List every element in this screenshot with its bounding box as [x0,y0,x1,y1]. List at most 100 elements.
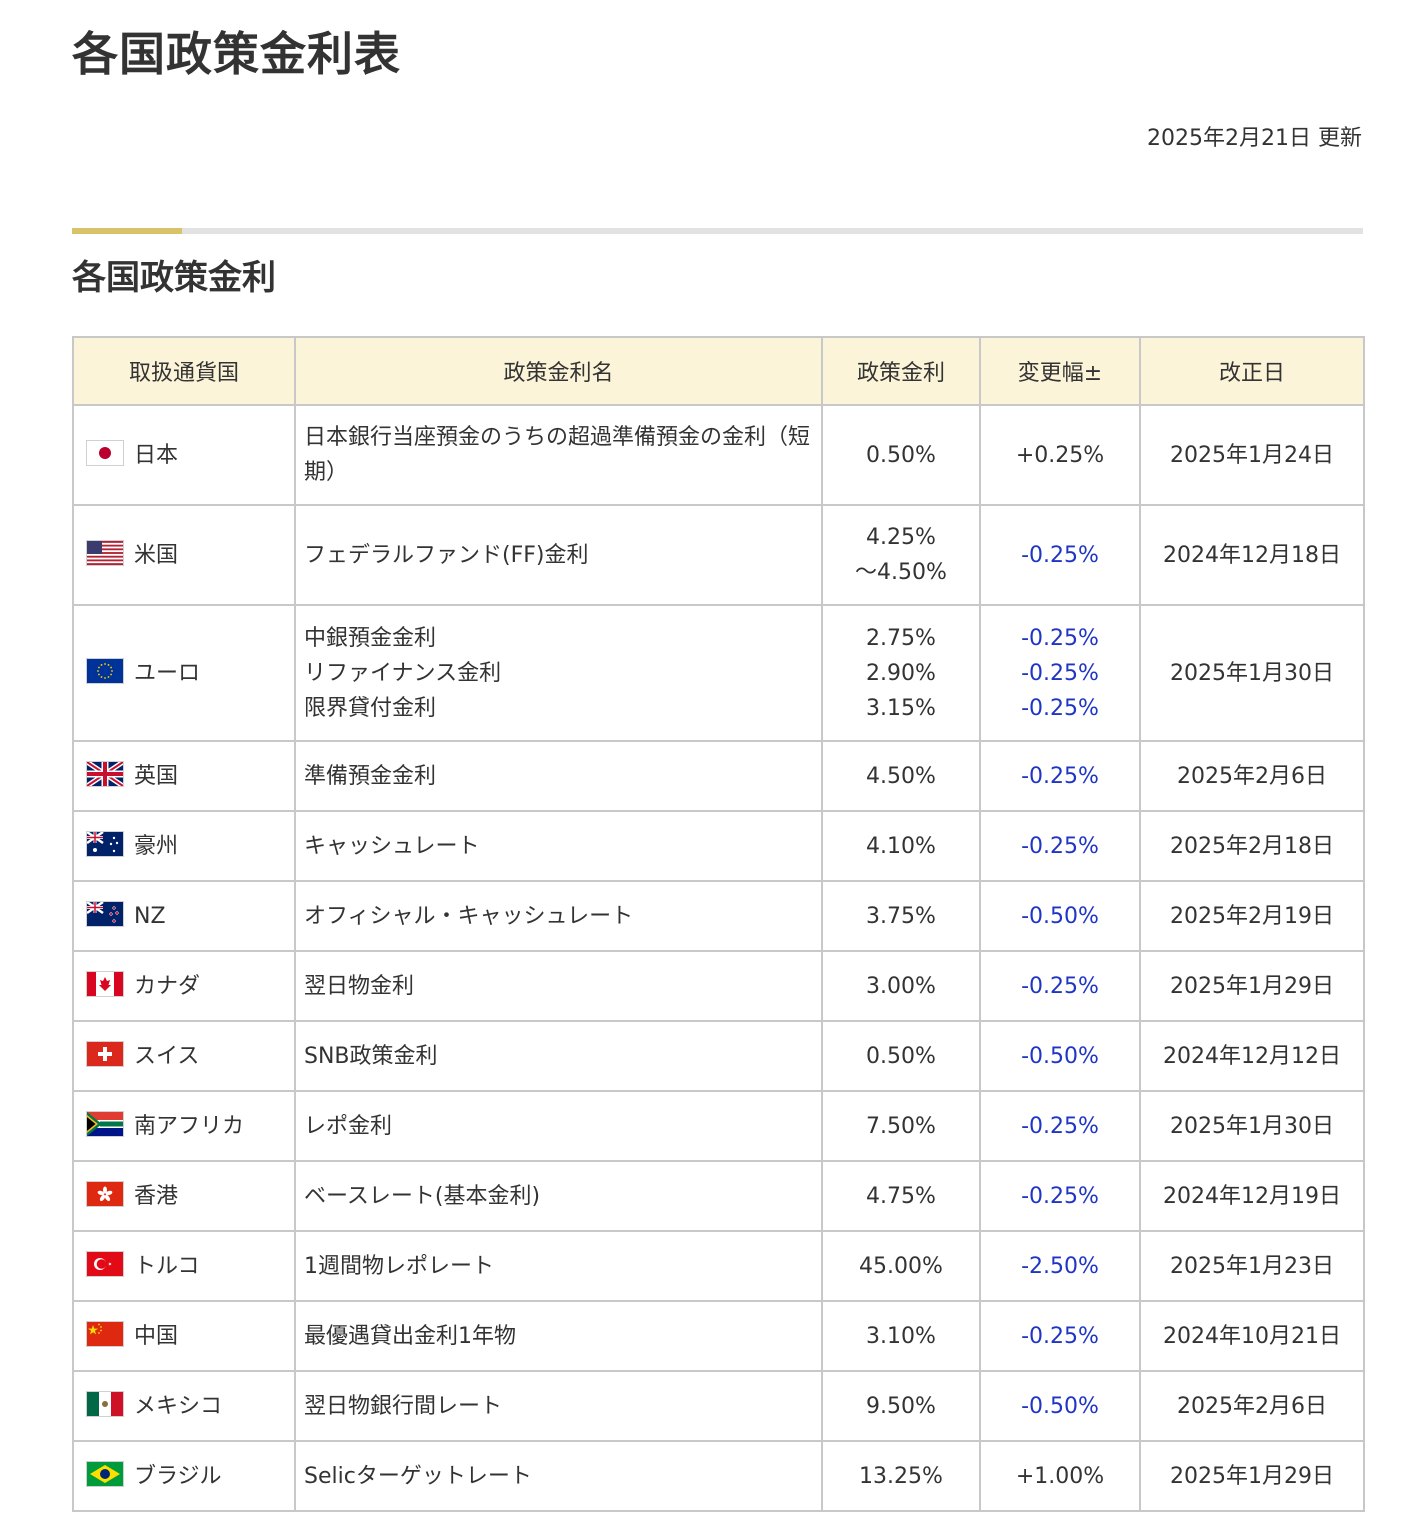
uk-flag-icon [86,760,124,787]
revision-date-cell-text: 2025年2月6日 [1177,1393,1327,1419]
country-name: 日本 [134,442,179,468]
change-cell-text: -0.25% [1021,1113,1099,1139]
change-cell-text: -0.25% [1021,973,1099,999]
eu-flag-icon [86,657,124,684]
country-name: 米国 [134,542,179,568]
country-name: 豪州 [134,833,179,859]
rate-cell-text: 3.10% [866,1323,936,1349]
new-zealand-flag-icon [86,900,124,927]
rate-name-cell-text: キャッシュレート [304,833,480,859]
rate-name-cell: Selicターゲットレート [294,1440,823,1512]
revision-date-cell-text: 2024年12月19日 [1163,1183,1341,1209]
change-cell: -0.50% [979,1020,1141,1092]
rate-cell: 0.50% [821,404,981,506]
column-header-revision-date: 改正日 [1139,336,1365,406]
column-header-rate: 政策金利 [821,336,981,406]
rate-name-cell-text: レポ金利 [304,1113,393,1139]
rate-name-cell-text: 翌日物金利 [304,973,415,999]
table-row: 中国 最優遇貸出金利1年物 3.10% -0.25% 2024年10月21日 [72,1300,1365,1372]
country-name: スイス [134,1043,200,1069]
revision-date-cell-text: 2025年1月24日 [1170,442,1334,468]
country-name: トルコ [134,1253,200,1279]
hong-kong-flag-icon [86,1180,124,1207]
country-cell: 米国 [72,504,296,606]
country-name: 南アフリカ [134,1113,245,1139]
rate-cell: 3.10% [821,1300,981,1372]
rate-name-cell-text: ベースレート(基本金利) [304,1183,541,1209]
rate-cell-line: 2.90% [866,660,936,686]
country-name: ブラジル [134,1463,222,1489]
rate-name-cell: ベースレート(基本金利) [294,1160,823,1232]
change-cell: -2.50% [979,1230,1141,1302]
rate-cell-line: ～4.50% [855,560,947,585]
section-divider [72,228,1363,234]
rate-cell-text: 7.50% [866,1113,936,1139]
country-name: ユーロ [134,660,201,686]
page-title: 各国政策金利表 [72,27,401,81]
revision-date-cell-text: 2025年1月29日 [1170,1463,1334,1489]
revision-date-cell: 2025年2月6日 [1139,1370,1365,1442]
country-name: メキシコ [134,1393,223,1419]
rate-name-cell-text: 準備預金金利 [304,763,437,789]
revision-date-cell: 2024年12月19日 [1139,1160,1365,1232]
country-cell: トルコ [72,1230,296,1302]
change-cell-line: -0.25% [1021,695,1099,721]
rate-name-cell-text: オフィシャル・キャッシュレート [304,903,634,929]
change-cell: -0.25% [979,740,1141,812]
change-cell-text: +1.00% [1015,1463,1105,1489]
revision-date-cell-text: 2025年1月30日 [1170,1113,1334,1139]
country-cell: NZ [72,880,296,952]
rate-cell: 2.75% 2.90% 3.15% [821,604,981,742]
turkey-flag-icon [86,1250,124,1277]
country-name: NZ [134,903,166,929]
table-row: ブラジル Selicターゲットレート 13.25% +1.00% 2025年1月29日 [72,1440,1365,1512]
rate-cell-text: 0.50% [866,1043,936,1069]
change-cell: -0.50% [979,880,1141,952]
rate-name-cell: 1週間物レポレート [294,1230,823,1302]
rate-cell-text: 4.50% [866,763,936,789]
change-cell-line: -0.25% [1021,660,1099,686]
change-cell: -0.25% [979,1300,1141,1372]
rate-cell-line: 4.25% [866,525,936,550]
table-row: カナダ 翌日物金利 3.00% -0.25% 2025年1月29日 [72,950,1365,1022]
china-flag-icon [86,1320,124,1347]
table-row: スイス SNB政策金利 0.50% -0.50% 2024年12月12日 [72,1020,1365,1092]
country-cell: ユーロ [72,604,296,742]
rate-name-cell-text: 日本銀行当座預金のうちの超過準備預金の金利（短期） [304,425,811,485]
rate-name-cell-line: 限界貸付金利 [304,695,437,721]
table-row: 日本 日本銀行当座預金のうちの超過準備預金の金利（短期） 0.50% +0.25% 20… [72,404,1365,506]
rate-name-cell-text: SNB政策金利 [304,1043,438,1069]
rate-cell: 4.50% [821,740,981,812]
rate-name-cell-text: 最優遇貸出金利1年物 [304,1323,516,1349]
rate-name-cell: フェデラルファンド(FF)金利 [294,504,823,606]
country-cell: カナダ [72,950,296,1022]
rate-cell-text: 3.00% [866,973,936,999]
table-row: 香港 ベースレート(基本金利) 4.75% -0.25% 2024年12月19日 [72,1160,1365,1232]
column-header-change: 変更幅± [979,336,1141,406]
rate-name-cell-line: リファイナンス金利 [304,660,502,686]
revision-date-cell: 2024年10月21日 [1139,1300,1365,1372]
rate-name-cell: キャッシュレート [294,810,823,882]
rate-cell-text: 3.75% [866,903,936,929]
rate-name-cell-text: 1週間物レポレート [304,1253,494,1279]
change-cell-line: -0.25% [1021,625,1099,651]
rate-name-cell: 翌日物銀行間レート [294,1370,823,1442]
rate-cell: 4.75% [821,1160,981,1232]
section-title: 各国政策金利 [72,258,276,298]
table-row: 英国 準備預金金利 4.50% -0.25% 2025年2月6日 [72,740,1365,812]
rate-cell: 3.75% [821,880,981,952]
change-cell: +0.25% [979,404,1141,506]
rate-name-cell: 準備預金金利 [294,740,823,812]
revision-date-cell: 2024年12月18日 [1139,504,1365,606]
rate-cell-text: 0.50% [866,442,936,468]
change-cell: -0.25% [979,810,1141,882]
column-header-country: 取扱通貨国 [72,336,296,406]
japan-flag-icon [86,439,124,466]
country-name: カナダ [134,973,201,999]
country-cell: スイス [72,1020,296,1092]
rate-cell: 13.25% [821,1440,981,1512]
column-header-rate-name: 政策金利名 [294,336,823,406]
switzerland-flag-icon [86,1040,124,1067]
rate-name-cell: 最優遇貸出金利1年物 [294,1300,823,1372]
table-row: メキシコ 翌日物銀行間レート 9.50% -0.50% 2025年2月6日 [72,1370,1365,1442]
